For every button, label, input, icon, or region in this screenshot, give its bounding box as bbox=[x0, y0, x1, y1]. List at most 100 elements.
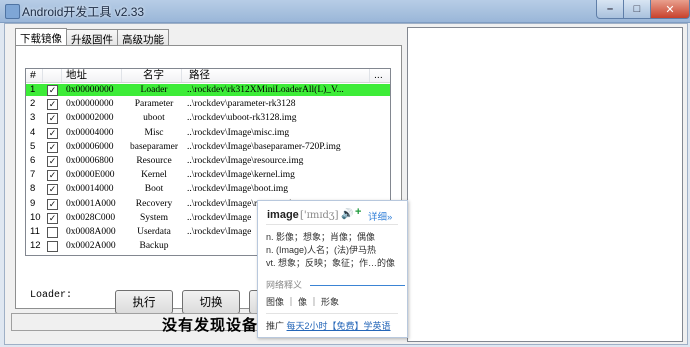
row-name: System bbox=[140, 212, 168, 223]
table-row[interactable]: 6 ✓ 0x00006800 Resource ..\rockdev\Image\res… bbox=[26, 155, 390, 167]
row-checkbox[interactable] bbox=[47, 227, 58, 238]
row-address: 0x00014000 bbox=[66, 184, 114, 195]
row-name: Backup bbox=[139, 241, 169, 252]
dictionary-popup: image ['ɪmɪdʒ] 🔊 + 详细» n. 影像；想象；肖像；偶像 n.… bbox=[257, 200, 408, 338]
row-address: 0x0028C000 bbox=[66, 212, 116, 223]
row-name: baseparamer bbox=[130, 141, 178, 152]
popup-definition: n. 影像；想象；肖像；偶像 bbox=[266, 232, 376, 242]
row-number: 4 bbox=[30, 126, 36, 138]
row-checkbox[interactable]: ✓ bbox=[47, 184, 58, 196]
row-address: 0x00006800 bbox=[66, 156, 114, 166]
row-checkbox[interactable]: ✓ bbox=[47, 156, 58, 167]
minimize-button[interactable]: – bbox=[596, 0, 624, 19]
row-address: 0x00000000 bbox=[66, 85, 114, 95]
popup-divider bbox=[266, 313, 398, 314]
row-name: Userdata bbox=[137, 227, 171, 237]
row-path: ..\rockdev\parameter-rk3128 bbox=[187, 99, 296, 110]
header-num[interactable]: # bbox=[26, 69, 43, 82]
table-row[interactable]: 8 ✓ 0x00014000 Boot ..\rockdev\Image\boot.im… bbox=[26, 183, 390, 196]
row-checkbox[interactable]: ✓ bbox=[47, 212, 58, 224]
table-row[interactable]: 7 ✓ 0x0000E000 Kernel ..\rockdev\Image\kerne… bbox=[26, 169, 390, 182]
popup-definition: vt. 想象；反映；象征；作…的像 bbox=[266, 258, 396, 268]
table-header: # 地址 名字 路径 ... bbox=[26, 69, 390, 83]
row-path: ..\rockdev\rk312XMiniLoaderAll(L)_V... bbox=[187, 85, 344, 95]
close-button[interactable]: ✕ bbox=[650, 0, 690, 19]
row-checkbox[interactable] bbox=[47, 241, 58, 253]
row-address: 0x0002A000 bbox=[66, 241, 116, 252]
row-number: 8 bbox=[30, 183, 36, 195]
row-name: Recovery bbox=[135, 198, 173, 209]
log-output[interactable] bbox=[407, 27, 683, 342]
row-path: ..\rockdev\Image\baseparamer-720P.img bbox=[187, 141, 341, 152]
row-path: ..\rockdev\Image\resource.img bbox=[187, 156, 304, 166]
window-title: Android开发工具 v2.33 bbox=[22, 5, 145, 19]
popup-phonetic: ['ɪmɪdʒ] bbox=[300, 210, 339, 221]
title-bar[interactable]: Android开发工具 v2.33 – □ ✕ bbox=[0, 0, 690, 23]
table-row[interactable]: 4 ✓ 0x00004000 Misc ..\rockdev\Image\misc.im… bbox=[26, 127, 390, 139]
add-word-icon[interactable]: + bbox=[355, 207, 364, 218]
row-checkbox[interactable]: ✓ bbox=[47, 85, 58, 96]
header-check[interactable] bbox=[43, 69, 62, 82]
ad-prefix: 推广 bbox=[266, 321, 285, 331]
loader-label: Loader: bbox=[30, 290, 73, 301]
header-address[interactable]: 地址 bbox=[62, 69, 122, 82]
status-text: 没有发现设备 bbox=[162, 317, 259, 334]
ad-link[interactable]: 每天2小时【免费】学英语 bbox=[287, 321, 391, 331]
row-address: 0x00004000 bbox=[66, 127, 114, 138]
row-number: 2 bbox=[30, 98, 36, 110]
row-name: Loader bbox=[140, 85, 168, 95]
popup-divider bbox=[310, 285, 405, 286]
row-number: 12 bbox=[30, 240, 41, 252]
row-address: 0x00000000 bbox=[66, 99, 114, 110]
switch-button[interactable]: 切换 bbox=[182, 290, 240, 314]
network-meaning-title: 网络释义 bbox=[266, 280, 303, 290]
row-address: 0x00006000 bbox=[66, 141, 114, 152]
popup-definition: n. (Image)人名；(法)伊马热 bbox=[266, 245, 377, 255]
row-path: ..\rockdev\Image\misc.img bbox=[187, 127, 290, 138]
maximize-button[interactable]: □ bbox=[623, 0, 651, 19]
row-number: 3 bbox=[30, 112, 36, 124]
row-number: 9 bbox=[30, 197, 36, 209]
speaker-icon[interactable]: 🔊 bbox=[341, 209, 353, 220]
execute-button[interactable]: 执行 bbox=[115, 290, 173, 314]
row-address: 0x0008A000 bbox=[66, 227, 116, 237]
row-checkbox[interactable]: ✓ bbox=[47, 113, 58, 125]
network-meanings: 图像 ｜ 像 ｜ 形象 bbox=[266, 297, 340, 307]
app-icon bbox=[5, 4, 20, 19]
tab-strip: 下载镜像 升级固件 高级功能 bbox=[15, 28, 169, 47]
row-number: 5 bbox=[30, 140, 36, 152]
row-address: 0x0000E000 bbox=[66, 170, 115, 181]
row-checkbox[interactable]: ✓ bbox=[47, 127, 58, 139]
header-more[interactable]: ... bbox=[370, 69, 390, 82]
popup-word: image bbox=[267, 209, 299, 221]
row-number: 11 bbox=[30, 226, 40, 237]
row-checkbox[interactable]: ✓ bbox=[47, 170, 58, 182]
table-row[interactable]: 3 ✓ 0x00002000 uboot ..\rockdev\uboot-rk3128… bbox=[26, 112, 390, 125]
row-address: 0x00002000 bbox=[66, 113, 114, 124]
row-path: ..\rockdev\Image\kernel.img bbox=[187, 170, 295, 181]
row-name: Misc bbox=[144, 127, 164, 138]
row-name: Resource bbox=[136, 156, 172, 166]
header-path[interactable]: 路径 bbox=[185, 69, 370, 82]
table-row[interactable]: 2 ✓ 0x00000000 Parameter ..\rockdev\paramete… bbox=[26, 98, 390, 111]
table-row[interactable]: 1 ✓ 0x00000000 Loader ..\rockdev\rk312XMiniL… bbox=[26, 84, 390, 96]
row-name: Kernel bbox=[141, 170, 167, 181]
row-number: 6 bbox=[30, 155, 36, 166]
row-name: Boot bbox=[144, 184, 164, 195]
popup-ad: 推广 每天2小时【免费】学英语 bbox=[266, 319, 391, 332]
row-path: ..\rockdev\uboot-rk3128.img bbox=[187, 113, 297, 124]
row-number: 7 bbox=[30, 169, 36, 181]
row-address: 0x0001A000 bbox=[66, 198, 116, 209]
popup-divider bbox=[266, 224, 398, 225]
detail-link[interactable]: 详细» bbox=[368, 209, 392, 223]
row-checkbox[interactable]: ✓ bbox=[47, 141, 58, 153]
row-path: ..\rockdev\Image\boot.img bbox=[187, 184, 289, 195]
row-name: uboot bbox=[143, 113, 165, 124]
header-name[interactable]: 名字 bbox=[122, 69, 182, 82]
row-checkbox[interactable]: ✓ bbox=[47, 99, 58, 111]
row-name: Parameter bbox=[134, 99, 174, 110]
row-number: 1 bbox=[30, 84, 36, 95]
row-checkbox[interactable]: ✓ bbox=[47, 198, 58, 210]
row-number: 10 bbox=[30, 211, 41, 223]
table-row[interactable]: 5 ✓ 0x00006000 baseparamer ..\rockdev\Image\… bbox=[26, 141, 390, 153]
